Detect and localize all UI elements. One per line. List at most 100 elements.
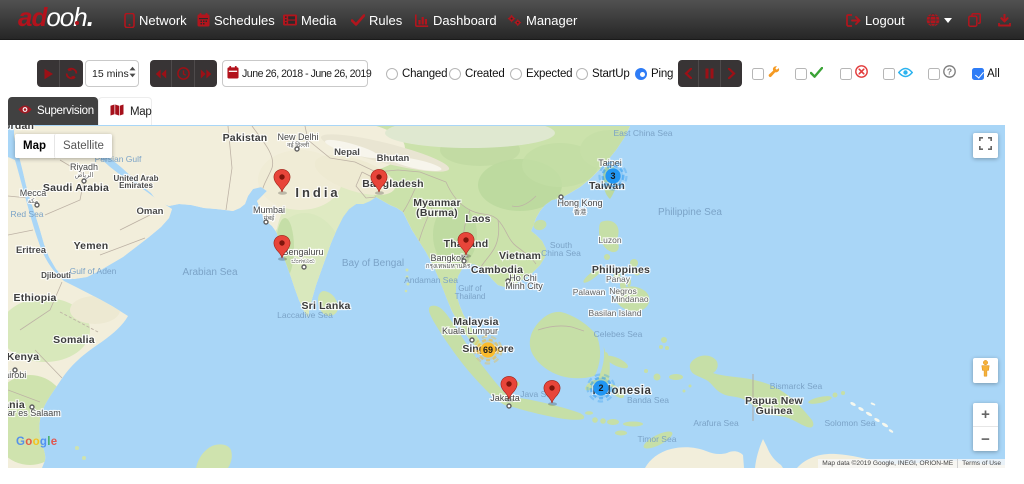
radio-circle [510,68,522,80]
download-button[interactable] [998,0,1011,40]
tab-map[interactable]: Map [98,97,152,125]
map-type-map-button[interactable]: Map [15,134,54,158]
google-logo-letter: e [51,436,58,448]
country-label: Somalia [53,334,95,346]
pegman-control[interactable] [973,358,998,383]
cluster-count-label: 69 [483,345,493,355]
interval-select[interactable]: 15 mins [85,60,139,87]
city-label: Mumbai [253,205,285,215]
radio-circle [449,68,461,80]
eye-icon [898,65,913,83]
google-logo-letter: G [16,436,25,448]
pause-icon[interactable] [699,60,721,87]
brand-logo[interactable]: adooh. [18,2,93,33]
city-native-label: الرياض [75,172,94,179]
map-type-satellite-button[interactable]: Satellite [54,134,112,158]
sea-label: Bismarck Sea [770,381,823,391]
city-dot [13,368,17,372]
pin-shadow [375,191,384,195]
country-label: Pakistan [223,132,268,144]
cluster-count-label: 3 [610,171,615,181]
sea-label: Bay of Bengal [342,258,404,269]
map-icon [110,104,124,119]
filter-maintenance[interactable] [752,60,780,87]
nav-item-schedules[interactable]: Schedules [197,0,275,40]
radio-startup[interactable]: StartUp [576,60,630,87]
fast-forward-icon[interactable] [195,60,217,87]
clock-icon[interactable] [172,60,195,87]
nav-item-label: Media [301,13,336,28]
pin-shadow [278,191,287,195]
checkbox [795,68,807,80]
zoom-in-button[interactable]: + [973,403,998,427]
language-menu[interactable] [926,0,952,40]
filter-error[interactable] [840,60,868,87]
sea-label: Red Sea [10,209,43,219]
play-button[interactable] [37,60,60,87]
circle-cross-icon [855,65,868,83]
city-dot [507,404,511,408]
nav-item-manager[interactable]: Manager [507,0,577,40]
all-filter-label: All [987,68,1000,80]
refresh-button[interactable] [60,60,83,87]
sea-label: Gulf of Aden [70,266,117,276]
region-label: Panay [606,274,631,284]
caret-down-icon [944,18,952,23]
city-dot [82,179,86,183]
zoom-out-button[interactable]: − [973,427,998,451]
eye-icon [17,104,33,118]
logout-button[interactable]: Logout [846,0,905,40]
google-logo[interactable]: Google [16,436,57,448]
google-logo-letter: o [33,436,40,448]
date-range-input[interactable]: June 26, 2018 - June 26, 2019 [222,60,368,87]
sea-label: Banda Sea [627,395,669,405]
country-label: Bhutan [377,153,410,164]
city-label: Mecca [20,188,47,198]
map-canvas[interactable]: Jordan Pakistan Nepal Bhutan India Bangl… [8,125,1005,468]
nav-item-dashboard[interactable]: Dashboard [415,0,497,40]
fast-backward-icon[interactable] [150,60,172,87]
city-label: Kuala Lumpur [442,326,498,336]
sea-label: Arafura Sea [693,418,739,428]
radio-created[interactable]: Created [449,60,505,87]
region-label: Luzon [598,235,621,245]
radio-label: Created [465,68,505,80]
radio-changed[interactable]: Changed [386,60,447,87]
nav-item-rules[interactable]: Rules [351,0,402,40]
terms-of-use-link[interactable]: Terms of Use [957,459,1005,468]
filter-ok[interactable] [795,60,823,87]
nav-item-network[interactable]: Network [124,0,187,40]
city-label: Bangkok [430,253,466,263]
checkbox-checked [972,68,984,80]
filter-all[interactable]: All [972,60,1000,87]
cluster-count-label: 2 [598,383,603,393]
sea-label: Philippine Sea [658,207,722,218]
radio-expected[interactable]: Expected [510,60,572,87]
tab-supervision[interactable]: Supervision [8,97,98,125]
radio-label: Expected [526,68,572,80]
radio-ping[interactable]: Ping [635,60,673,87]
mobile-icon [124,13,135,28]
playback-group [37,60,83,87]
city-dot [462,259,466,263]
filter-watch[interactable] [883,60,913,87]
nav-item-label: Schedules [214,13,275,28]
checkbox [928,68,940,80]
chevron-left-icon[interactable] [678,60,699,87]
pin-shadow [505,398,514,402]
country-label: Nepal [334,147,360,158]
radio-label: Changed [402,68,447,80]
nav-item-label: Network [139,13,187,28]
page-group [678,60,742,87]
fullscreen-button[interactable] [973,133,998,158]
logo-ooh: ooh [46,2,86,32]
filter-unknown[interactable]: ? [928,60,956,87]
copy-button[interactable] [968,0,981,40]
chart-icon [415,14,429,27]
chevron-right-icon[interactable] [721,60,742,87]
pegman-icon [980,360,991,382]
nav-item-label: Rules [369,13,402,28]
nav-item-media[interactable]: Media [283,0,336,40]
city-dot [35,203,39,207]
pin-dot [279,240,284,245]
